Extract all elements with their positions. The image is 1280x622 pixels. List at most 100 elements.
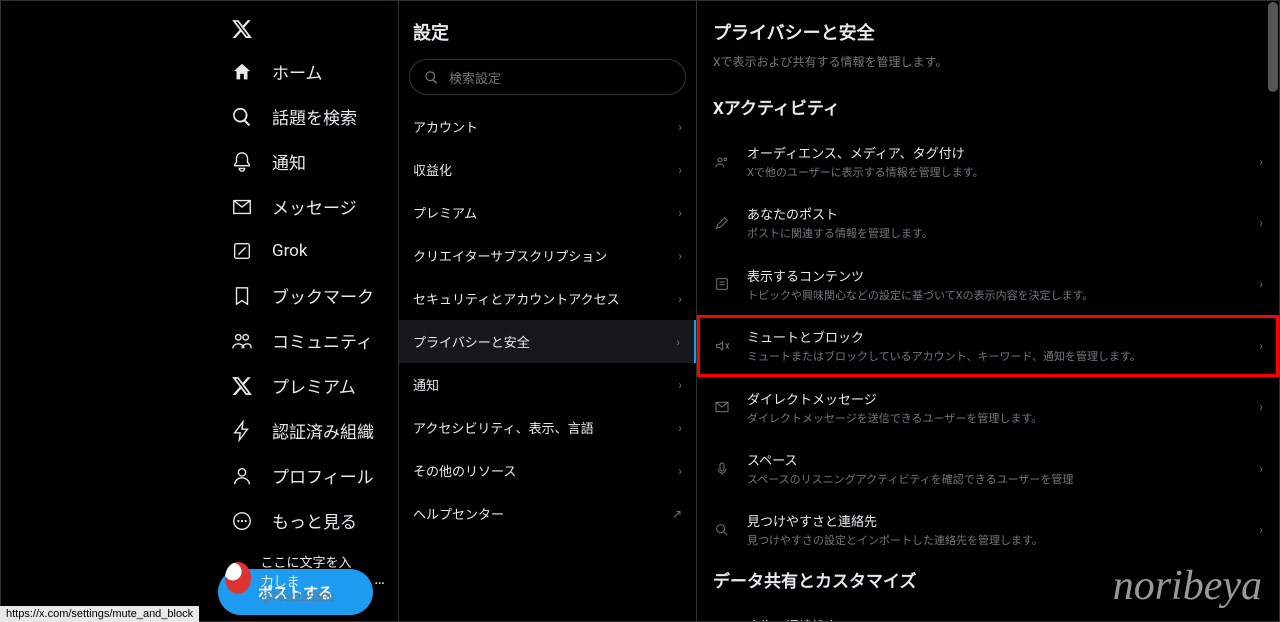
microphone-icon (713, 460, 731, 478)
person-icon (230, 464, 254, 488)
x-icon (230, 374, 254, 398)
nav-label: ブックマーク (272, 283, 374, 308)
detail-content[interactable]: 表示するコンテンツトピックや興味関心などの設定に基づいてXの表示内容を決定します… (697, 254, 1279, 315)
detail-audience[interactable]: オーディエンス、メディア、タグ付けXで他のユーザーに表示する情報を管理します。› (697, 131, 1279, 192)
chevron-right-icon: › (678, 464, 682, 478)
content-icon (713, 275, 731, 293)
section-data-sharing: データ共有とカスタマイズ (697, 561, 1279, 604)
account-name: ここに文字を入力しま (261, 552, 365, 590)
people-icon (713, 153, 731, 171)
detail-spaces[interactable]: スペーススペースのリスニングアクティビティを確認できるユーザーを管理› (697, 438, 1279, 499)
settings-notifications[interactable]: 通知› (399, 363, 696, 406)
pencil-icon (713, 214, 731, 232)
settings-item-label: 収益化 (413, 160, 452, 179)
settings-security[interactable]: セキュリティとアカウントアクセス› (399, 277, 696, 320)
settings-creator-subs[interactable]: クリエイターサブスクリプション› (399, 234, 696, 277)
item-desc: Xで他のユーザーに表示する情報を管理します。 (747, 165, 1243, 180)
item-desc: ポストに関連する情報を管理します。 (747, 226, 1243, 241)
item-label: オーディエンス、メディア、タグ付け (747, 143, 1243, 162)
more-icon (230, 509, 254, 533)
nav-label: コミュニティ (272, 328, 373, 353)
settings-premium[interactable]: プレミアム › (399, 191, 696, 234)
app-root: ホーム 話題を検索 通知 メッセージ Grok ブックマーク コミュニティ プレ… (0, 0, 1280, 622)
chevron-right-icon: › (678, 120, 682, 134)
grok-icon (230, 239, 254, 263)
item-desc: ダイレクトメッセージを送信できるユーザーを管理します。 (747, 411, 1243, 426)
x-logo[interactable] (218, 9, 398, 49)
nav-inner: ホーム 話題を検索 通知 メッセージ Grok ブックマーク コミュニティ プレ… (218, 9, 398, 615)
left-nav: ホーム 話題を検索 通知 メッセージ Grok ブックマーク コミュニティ プレ… (1, 1, 399, 621)
nav-home[interactable]: ホーム (218, 49, 398, 94)
settings-item-label: アカウント (413, 117, 478, 136)
detail-mute-block[interactable]: ミュートとブロックミュートまたはブロックしているアカウント、キーワード、通知を管… (697, 315, 1279, 376)
settings-accessibility[interactable]: アクセシビリティ、表示、言語› (399, 406, 696, 449)
nav-label: プロフィール (272, 463, 374, 488)
detail-your-posts[interactable]: あなたのポストポストに関連する情報を管理します。› (697, 192, 1279, 253)
nav-verified-orgs[interactable]: 認証済み組織 (218, 408, 398, 453)
account-handle: @Test225500 (261, 590, 365, 604)
settings-item-label: その他のリソース (413, 461, 516, 480)
nav-label: 認証済み組織 (272, 418, 374, 443)
nav-label: もっと見る (272, 508, 357, 533)
settings-monetization[interactable]: 収益化 › (399, 148, 696, 191)
settings-title: 設定 (399, 13, 696, 59)
settings-item-label: クリエイターサブスクリプション (413, 246, 607, 265)
settings-resources[interactable]: その他のリソース › (399, 449, 696, 492)
nav-profile[interactable]: プロフィール (218, 453, 398, 498)
chevron-right-icon: › (1259, 216, 1263, 230)
search-placeholder: 検索設定 (449, 68, 501, 87)
detail-dm[interactable]: ダイレクトメッセージダイレクトメッセージを送信できるユーザーを管理します。› (697, 377, 1279, 438)
item-label: 見つけやすさと連絡先 (747, 511, 1243, 530)
settings-item-label: セキュリティとアカウントアクセス (413, 289, 620, 308)
x-logo-icon (230, 17, 254, 41)
settings-search[interactable]: 検索設定 (409, 59, 686, 95)
item-label: 表示するコンテンツ (747, 266, 1243, 285)
mute-icon (713, 337, 731, 355)
item-desc: ミュートまたはブロックしているアカウント、キーワード、通知を管理します。 (747, 349, 1243, 364)
bell-icon (230, 150, 254, 174)
item-label: スペース (747, 450, 1243, 469)
account-more-icon: … (374, 569, 385, 588)
nav-bookmarks[interactable]: ブックマーク (218, 273, 398, 318)
settings-item-label: プレミアム (413, 203, 477, 222)
chevron-right-icon: › (1259, 462, 1263, 476)
chevron-right-icon: › (1259, 523, 1263, 537)
nav-label: Grok (272, 241, 308, 261)
nav-label: 話題を検索 (272, 104, 357, 129)
settings-privacy[interactable]: プライバシーと安全› (399, 320, 696, 363)
item-label: ダイレクトメッセージ (747, 389, 1243, 408)
envelope-icon (230, 195, 254, 219)
home-icon (230, 60, 254, 84)
envelope-icon (713, 398, 731, 416)
detail-column: プライバシーと安全 Xで表示および共有する情報を管理します。 Xアクティビティ … (697, 1, 1279, 621)
account-text: ここに文字を入力しま @Test225500 (261, 552, 365, 604)
detail-ads[interactable]: 広告の環境設定Xでの広告の表示を管理します。› (697, 604, 1279, 621)
search-person-icon (713, 521, 731, 539)
scrollbar[interactable] (1268, 2, 1278, 92)
settings-help[interactable]: ヘルプセンター↗ (399, 492, 696, 535)
nav-label: 通知 (272, 149, 306, 174)
nav-grok[interactable]: Grok (218, 229, 398, 273)
chevron-right-icon: › (678, 206, 682, 220)
section-x-activity: Xアクティビティ (697, 88, 1279, 131)
chevron-right-icon: › (678, 163, 682, 177)
nav-explore[interactable]: 話題を検索 (218, 94, 398, 139)
settings-item-label: ヘルプセンター (413, 504, 504, 523)
settings-account[interactable]: アカウント › (399, 105, 696, 148)
item-label: 広告の環境設定 (747, 616, 1243, 621)
nav-messages[interactable]: メッセージ (218, 184, 398, 229)
chevron-right-icon: › (1259, 277, 1263, 291)
detail-title: プライバシーと安全 (697, 13, 1279, 53)
nav-notifications[interactable]: 通知 (218, 139, 398, 184)
nav-premium[interactable]: プレミアム (218, 363, 398, 408)
settings-item-label: アクセシビリティ、表示、言語 (413, 418, 594, 437)
item-desc: 見つけやすさの設定とインポートした連絡先を管理します。 (747, 533, 1243, 548)
lightning-icon (230, 419, 254, 443)
nav-label: プレミアム (272, 373, 356, 398)
nav-communities[interactable]: コミュニティ (218, 318, 398, 363)
detail-discoverability[interactable]: 見つけやすさと連絡先見つけやすさの設定とインポートした連絡先を管理します。 › (697, 499, 1279, 560)
status-bar: https://x.com/settings/mute_and_block (0, 606, 199, 622)
search-icon (230, 105, 254, 129)
account-switcher[interactable]: ここに文字を入力しま @Test225500 … (225, 552, 385, 604)
nav-more[interactable]: もっと見る (218, 498, 398, 543)
